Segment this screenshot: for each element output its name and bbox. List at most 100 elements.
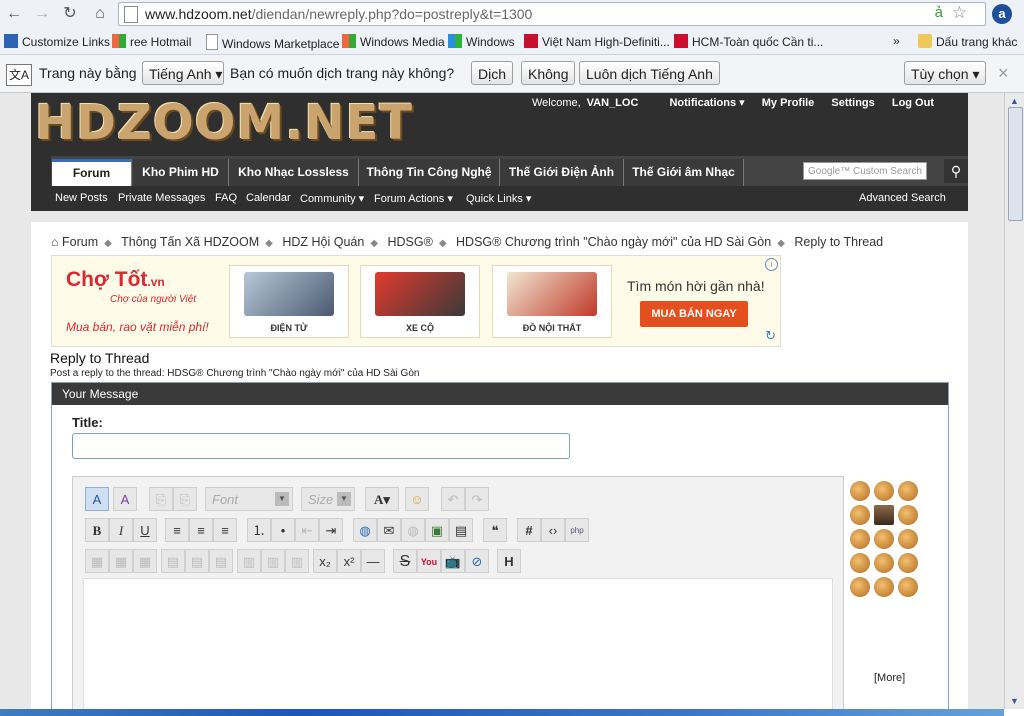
- message-textarea[interactable]: [83, 578, 833, 716]
- subnav-quick-links[interactable]: Quick Links ▾: [466, 192, 531, 205]
- underline-icon[interactable]: U: [133, 518, 157, 542]
- language-select[interactable]: Tiếng Anh ▾: [142, 61, 224, 85]
- superscript-icon[interactable]: x²: [337, 549, 361, 573]
- username-link[interactable]: VAN_LOC: [587, 97, 639, 109]
- subnav-private-messages[interactable]: Private Messages: [118, 192, 205, 204]
- tab-the-gioi-am-nhac[interactable]: Thế Giới âm Nhạc: [624, 159, 744, 186]
- bookmarks-overflow[interactable]: »: [893, 34, 900, 48]
- smiley-icon[interactable]: [898, 505, 918, 525]
- home-icon[interactable]: ⌂: [90, 4, 110, 24]
- tab-forum[interactable]: Forum: [52, 159, 132, 186]
- youtube-icon[interactable]: You: [417, 549, 441, 573]
- settings-link[interactable]: Settings: [831, 97, 874, 109]
- font-color-icon[interactable]: A▾: [365, 487, 399, 511]
- align-center-icon[interactable]: ≡: [189, 518, 213, 542]
- indent-icon[interactable]: ⇥: [319, 518, 343, 542]
- subnav-community[interactable]: Community ▾: [300, 192, 364, 205]
- tab-kho-phim-hd[interactable]: Kho Phim HD: [133, 159, 229, 186]
- more-smilies-link[interactable]: [More]: [874, 672, 905, 684]
- email-icon[interactable]: ✉: [377, 518, 401, 542]
- smiley-icon[interactable]: [874, 577, 894, 597]
- wysiwyg-toggle-icon[interactable]: A: [85, 487, 109, 511]
- smiley-icon[interactable]: [874, 553, 894, 573]
- breadcrumb-item[interactable]: HDSG®: [388, 235, 433, 249]
- star-icon[interactable]: ☆: [952, 3, 967, 23]
- smiley-icon[interactable]: [850, 481, 870, 501]
- no-button[interactable]: Không: [521, 61, 576, 85]
- smiley-icon[interactable]: [874, 481, 894, 501]
- unordered-list-icon[interactable]: •: [271, 518, 295, 542]
- home-icon[interactable]: ⌂: [51, 235, 59, 249]
- strikethrough-icon[interactable]: S: [393, 549, 417, 573]
- scroll-down-icon[interactable]: ▼: [1008, 695, 1021, 707]
- tab-kho-nhac-lossless[interactable]: Kho Nhạc Lossless: [229, 159, 359, 186]
- smilie-icon[interactable]: ☺: [405, 487, 429, 511]
- close-icon[interactable]: ×: [998, 63, 1009, 84]
- translate-button[interactable]: Dịch: [471, 61, 514, 85]
- vertical-scrollbar[interactable]: ▲ ▼: [1004, 93, 1024, 709]
- refresh-icon[interactable]: ↻: [765, 328, 776, 344]
- quote-icon[interactable]: ❝: [483, 518, 507, 542]
- bookmark-item[interactable]: HCM-Toàn quốc Cần ti...: [674, 34, 823, 49]
- size-select[interactable]: Size ▼: [301, 487, 355, 511]
- hash-icon[interactable]: #: [517, 518, 541, 542]
- title-input[interactable]: [72, 433, 570, 459]
- media-icon[interactable]: 📺: [441, 549, 465, 573]
- bookmark-item[interactable]: Customize Links: [4, 34, 110, 49]
- notifications-menu[interactable]: Notifications ▾: [655, 97, 744, 109]
- subscript-icon[interactable]: x₂: [313, 549, 337, 573]
- breadcrumb-item[interactable]: HDZ Hội Quán: [282, 235, 364, 249]
- ad-product-vehicles[interactable]: XE CỘ: [360, 265, 480, 338]
- ad-cta-button[interactable]: MUA BÁN NGAY: [640, 301, 748, 327]
- forward-icon[interactable]: →: [32, 4, 52, 24]
- breadcrumb-item[interactable]: Thông Tấn Xã HDZOOM: [121, 235, 259, 249]
- ad-product-electronics[interactable]: ĐIỆN TỬ: [229, 265, 349, 338]
- tab-thong-tin-cong-nghe[interactable]: Thông Tin Công Nghệ: [359, 159, 500, 186]
- remove-format-icon[interactable]: A: [113, 487, 137, 511]
- hide-icon[interactable]: H: [497, 549, 521, 573]
- scroll-thumb[interactable]: [1008, 107, 1023, 221]
- bookmark-item[interactable]: Windows: [448, 34, 515, 49]
- align-left-icon[interactable]: ≡: [165, 518, 189, 542]
- info-icon[interactable]: i: [765, 258, 778, 271]
- bookmark-item[interactable]: Windows Marketplace: [206, 34, 339, 51]
- video-icon[interactable]: ▤: [449, 518, 473, 542]
- smiley-icon[interactable]: [850, 505, 870, 525]
- font-select[interactable]: Font ▼: [205, 487, 293, 511]
- align-right-icon[interactable]: ≡: [213, 518, 237, 542]
- smiley-icon[interactable]: [874, 529, 894, 549]
- extension-icon[interactable]: a: [992, 4, 1012, 24]
- subnav-calendar[interactable]: Calendar: [246, 192, 291, 204]
- breadcrumb-item[interactable]: HDSG® Chương trình "Chào ngày mới" của H…: [456, 235, 771, 249]
- bookmark-item[interactable]: Việt Nam High-Definiti...: [524, 34, 670, 49]
- smiley-icon[interactable]: [850, 529, 870, 549]
- horizontal-rule-icon[interactable]: ―: [361, 549, 385, 573]
- reload-icon[interactable]: ↻: [60, 4, 80, 24]
- italic-icon[interactable]: I: [109, 518, 133, 542]
- smiley-icon[interactable]: [850, 577, 870, 597]
- ad-product-furniture[interactable]: ĐỒ NỘI THẤT: [492, 265, 612, 338]
- advertisement-banner[interactable]: Chợ Tốt.vn Chợ của người Việt Mua bán, r…: [51, 255, 781, 347]
- other-bookmarks[interactable]: Dấu trang khác: [918, 34, 1017, 49]
- options-button[interactable]: Tùy chọn ▾: [904, 61, 986, 85]
- link-icon[interactable]: ◍: [353, 518, 377, 542]
- flash-icon[interactable]: ⊘: [465, 549, 489, 573]
- ordered-list-icon[interactable]: ⒈: [247, 518, 271, 542]
- smiley-icon[interactable]: [898, 481, 918, 501]
- subnav-new-posts[interactable]: New Posts: [55, 192, 108, 204]
- address-bar[interactable]: www.hdzoom.net/diendan/newreply.php?do=p…: [118, 2, 986, 26]
- bookmark-item[interactable]: ree Hotmail: [112, 34, 191, 49]
- image-icon[interactable]: ▣: [425, 518, 449, 542]
- advanced-search-link[interactable]: Advanced Search: [859, 192, 946, 204]
- breadcrumb-item[interactable]: Forum: [62, 235, 98, 249]
- code-icon[interactable]: ‹›: [541, 518, 565, 542]
- smiley-icon[interactable]: [874, 505, 894, 525]
- bold-icon[interactable]: B: [85, 518, 109, 542]
- my-profile-link[interactable]: My Profile: [762, 97, 815, 109]
- smiley-icon[interactable]: [850, 553, 870, 573]
- smiley-icon[interactable]: [898, 577, 918, 597]
- subnav-faq[interactable]: FAQ: [215, 192, 237, 204]
- smiley-icon[interactable]: [898, 529, 918, 549]
- smiley-icon[interactable]: [898, 553, 918, 573]
- logout-link[interactable]: Log Out: [892, 97, 934, 109]
